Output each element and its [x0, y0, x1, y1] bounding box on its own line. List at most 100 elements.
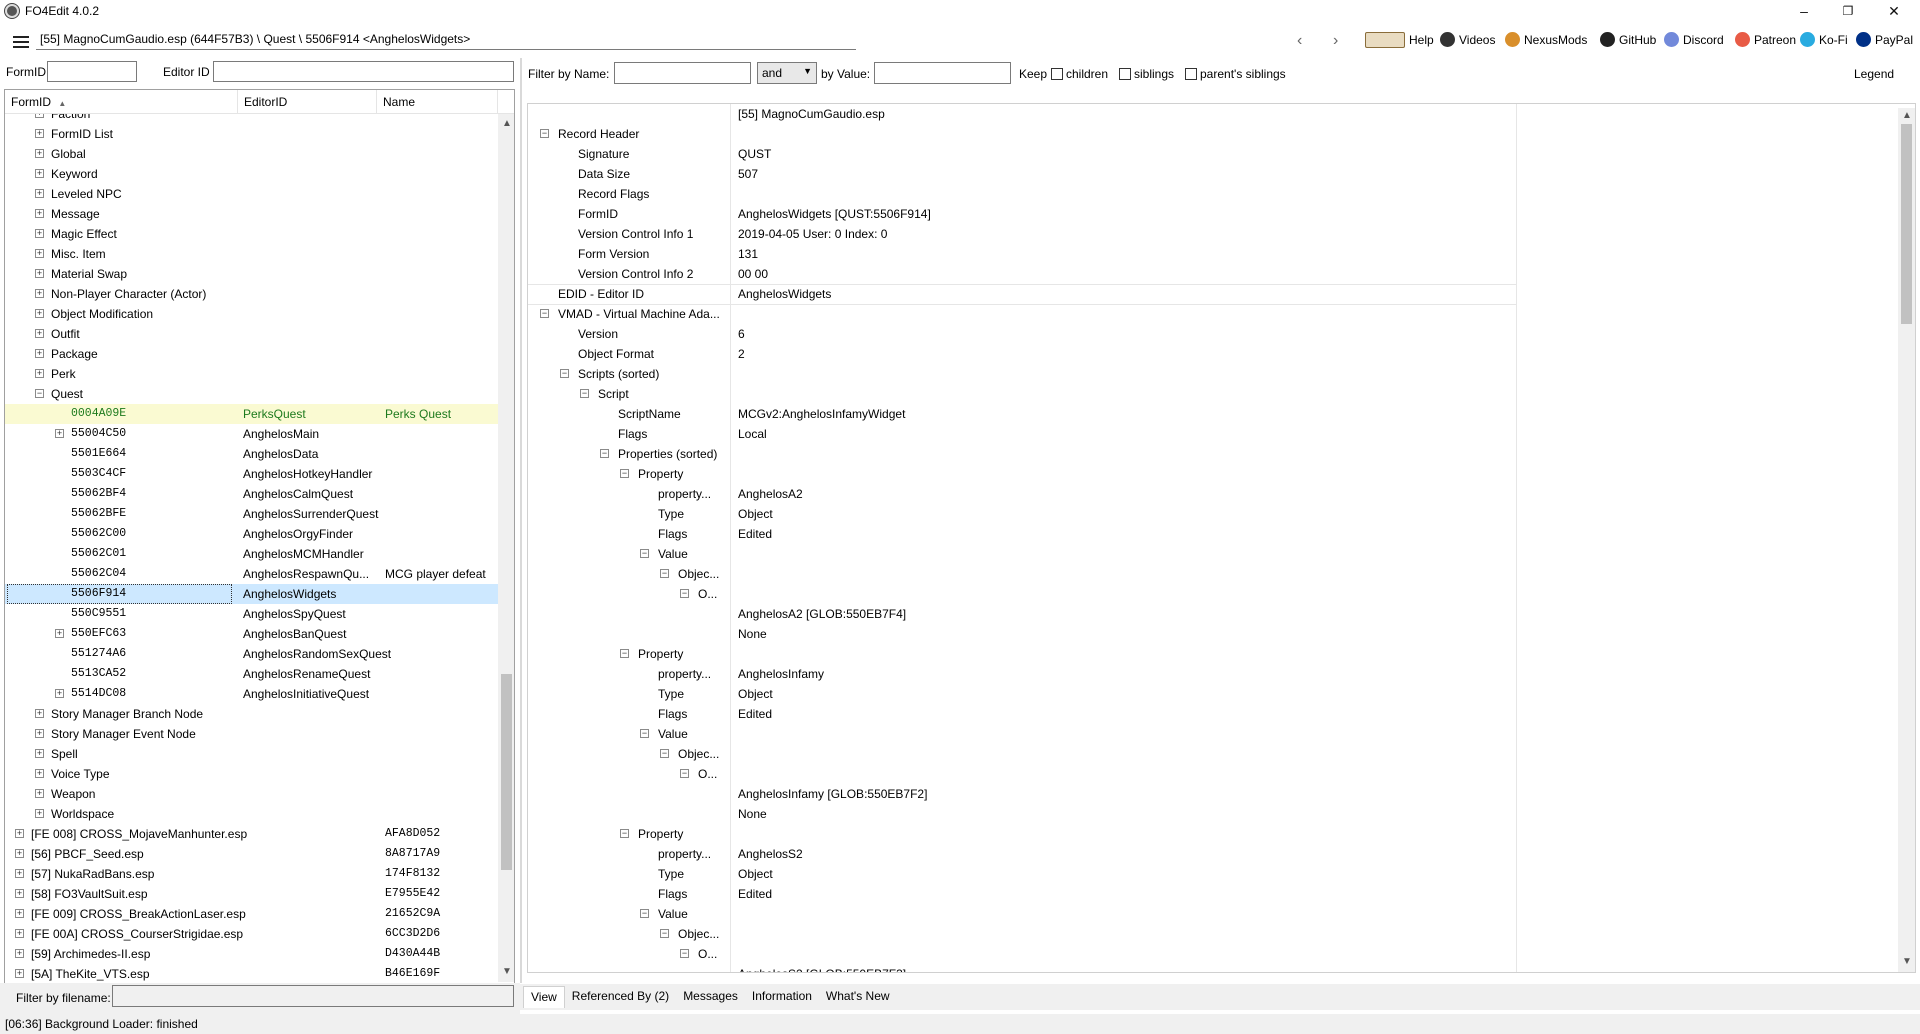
scroll-up-icon[interactable]: ▲	[502, 118, 512, 129]
tab-information[interactable]: Information	[745, 986, 819, 1008]
record-row[interactable]: ScriptName MCGv2:AnghelosInfamyWidget	[528, 404, 1528, 424]
tree-row[interactable]: + [FE 009] CROSS_BreakActionLaser.esp 2165…	[5, 904, 498, 924]
expand-icon[interactable]: +	[35, 809, 44, 818]
record-row[interactable]: − Script	[528, 384, 1528, 404]
editorid-input[interactable]	[213, 61, 514, 82]
expand-icon[interactable]: +	[35, 329, 44, 338]
expand-icon[interactable]: +	[35, 229, 44, 238]
record-row[interactable]: − Objec...	[528, 564, 1528, 584]
expand-icon[interactable]: +	[15, 829, 24, 838]
record-row[interactable]: − Value	[528, 544, 1528, 564]
maximize-button[interactable]: ❐	[1826, 0, 1870, 22]
collapse-icon[interactable]: −	[600, 449, 609, 458]
record-path-field[interactable]: [55] MagnoCumGaudio.esp (644F57B3) \ Que…	[36, 30, 856, 50]
tree-row[interactable]: + [59] Archimedes-II.esp D430A44B	[5, 944, 498, 964]
record-row[interactable]: − Property	[528, 824, 1528, 844]
expand-icon[interactable]: +	[35, 269, 44, 278]
record-row[interactable]: Type Object	[528, 504, 1528, 524]
formid-input[interactable]	[47, 61, 137, 82]
record-row[interactable]: Record Flags	[528, 184, 1528, 204]
record-row[interactable]: − Properties (sorted)	[528, 444, 1528, 464]
tree-row[interactable]: 5506F914 AnghelosWidgets	[5, 584, 498, 604]
collapse-icon[interactable]: −	[680, 949, 689, 958]
collapse-icon[interactable]: −	[540, 129, 549, 138]
record-row[interactable]: − Objec...	[528, 744, 1528, 764]
expand-icon[interactable]: +	[15, 869, 24, 878]
collapse-icon[interactable]: −	[680, 589, 689, 598]
toolbar-link-paypal[interactable]: PayPal	[1856, 32, 1913, 47]
record-row[interactable]: Type Object	[528, 864, 1528, 884]
collapse-icon[interactable]: −	[560, 369, 569, 378]
record-row[interactable]: Flags Edited	[528, 884, 1528, 904]
record-row[interactable]: AnghelosInfamy [GLOB:550EB7F2]	[528, 784, 1528, 804]
tree-row[interactable]: + Perk	[5, 364, 498, 384]
checkbox-icon[interactable]	[1185, 68, 1197, 80]
collapse-icon[interactable]: −	[620, 649, 629, 658]
tab-referenced-by-2[interactable]: Referenced By (2)	[565, 986, 676, 1008]
collapse-icon[interactable]: −	[620, 829, 629, 838]
expand-icon[interactable]: +	[35, 729, 44, 738]
tree-row[interactable]: + Story Manager Event Node	[5, 724, 498, 744]
tree-row[interactable]: + Material Swap	[5, 264, 498, 284]
column-header-editorid[interactable]: EditorID	[238, 90, 377, 114]
collapse-icon[interactable]: −	[580, 389, 589, 398]
tree-row[interactable]: + Voice Type	[5, 764, 498, 784]
collapse-icon[interactable]: −	[620, 469, 629, 478]
collapse-icon[interactable]: −	[640, 909, 649, 918]
legend-button[interactable]: Legend	[1854, 67, 1894, 81]
record-row[interactable]: − Objec...	[528, 924, 1528, 944]
tree-row[interactable]: + Non-Player Character (Actor)	[5, 284, 498, 304]
filename-filter-input[interactable]	[112, 985, 514, 1007]
scroll-thumb[interactable]	[1901, 124, 1912, 324]
expand-icon[interactable]: +	[15, 929, 24, 938]
tree-row[interactable]: + Global	[5, 144, 498, 164]
tree-row[interactable]: 55062BF4 AnghelosCalmQuest	[5, 484, 498, 504]
column-header-formid[interactable]: FormID ▲	[5, 90, 238, 114]
expand-icon[interactable]: +	[35, 369, 44, 378]
expand-icon[interactable]: +	[35, 189, 44, 198]
tree-row[interactable]: + Object Modification	[5, 304, 498, 324]
expand-icon[interactable]: +	[15, 849, 24, 858]
tree-row[interactable]: + Message	[5, 204, 498, 224]
tab-messages[interactable]: Messages	[676, 986, 745, 1008]
tree-row[interactable]: +55004C50 AnghelosMain	[5, 424, 498, 444]
record-row[interactable]: Version Control Info 2 00 00	[528, 264, 1528, 284]
hamburger-menu-icon[interactable]	[6, 29, 36, 55]
toolbar-link-github[interactable]: GitHub	[1600, 32, 1656, 47]
record-row[interactable]: Flags Edited	[528, 524, 1528, 544]
tree-row[interactable]: + Keyword	[5, 164, 498, 184]
expand-icon[interactable]: +	[55, 629, 64, 638]
filter-operator-select[interactable]: and ▼	[757, 62, 817, 84]
tree-row[interactable]: + Worldspace	[5, 804, 498, 824]
tree-row[interactable]: + [FE 008] CROSS_MojaveManhunter.esp AFA8D…	[5, 824, 498, 844]
tree-row[interactable]: + Outfit	[5, 324, 498, 344]
record-row[interactable]: FormID AnghelosWidgets [QUST:5506F914]	[528, 204, 1528, 224]
record-row[interactable]: − Record Header	[528, 124, 1528, 144]
collapse-icon[interactable]: −	[680, 769, 689, 778]
tree-row[interactable]: 55062C00 AnghelosOrgyFinder	[5, 524, 498, 544]
expand-icon[interactable]: +	[35, 289, 44, 298]
tree-row[interactable]: 5513CA52 AnghelosRenameQuest	[5, 664, 498, 684]
tree-row[interactable]: 55062C01 AnghelosMCMHandler	[5, 544, 498, 564]
record-row[interactable]: None	[528, 624, 1528, 644]
children-checkbox[interactable]: children	[1051, 67, 1108, 81]
expand-icon[interactable]: +	[35, 709, 44, 718]
expand-icon[interactable]: +	[35, 129, 44, 138]
minimize-button[interactable]: –	[1782, 0, 1826, 22]
record-row[interactable]: − Value	[528, 904, 1528, 924]
record-row[interactable]: Flags Edited	[528, 704, 1528, 724]
forward-arrow-icon[interactable]: ›	[1333, 32, 1338, 50]
record-row[interactable]: Object Format 2	[528, 344, 1528, 364]
record-row[interactable]: AnghelosA2 [GLOB:550EB7F4]	[528, 604, 1528, 624]
scroll-down-icon[interactable]: ▼	[1902, 956, 1912, 967]
panel-splitter[interactable]	[520, 58, 522, 983]
record-row[interactable]: − O...	[528, 944, 1528, 964]
tree-row[interactable]: +550EFC63 AnghelosBanQuest	[5, 624, 498, 644]
record-row[interactable]: Signature QUST	[528, 144, 1528, 164]
expand-icon[interactable]: +	[35, 349, 44, 358]
tree-row[interactable]: + Spell	[5, 744, 498, 764]
record-row[interactable]: property... AnghelosS2	[528, 844, 1528, 864]
expand-icon[interactable]: +	[35, 309, 44, 318]
record-row[interactable]: Form Version 131	[528, 244, 1528, 264]
expand-icon[interactable]: +	[15, 969, 24, 978]
